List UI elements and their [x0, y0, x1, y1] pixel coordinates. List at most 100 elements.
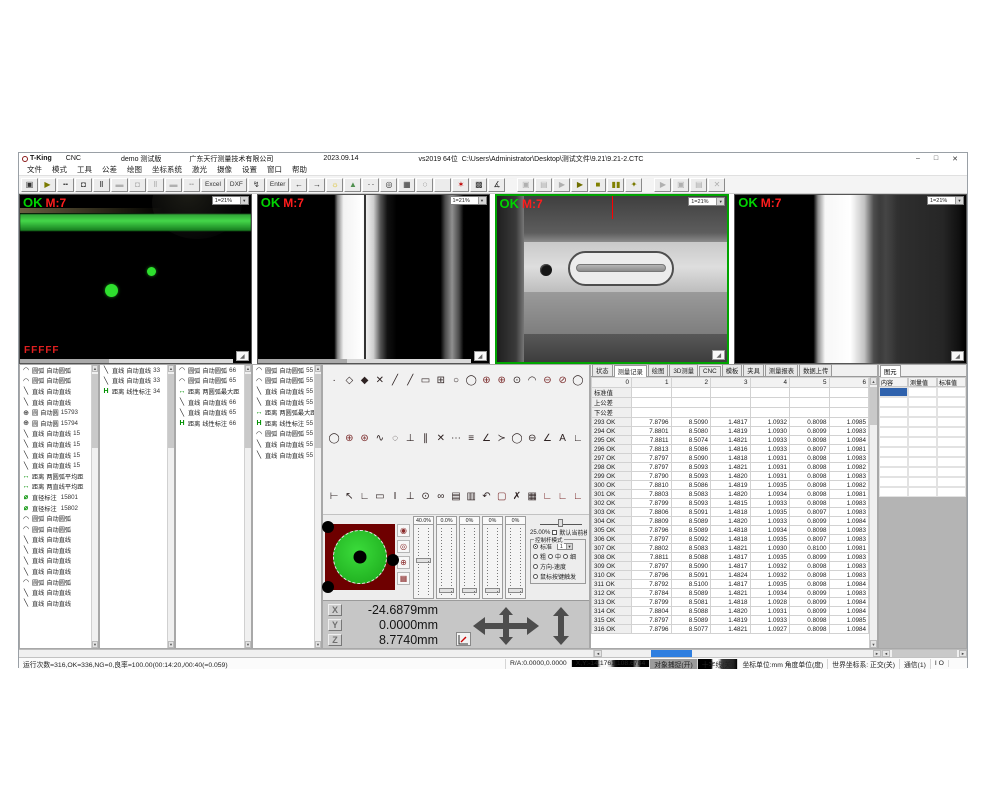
tool-icon[interactable]: ·: [327, 373, 341, 388]
toolbar-button-light[interactable]: ☼: [326, 178, 343, 192]
radio-direction-speed[interactable]: [533, 564, 538, 569]
joystick-mode-button-1[interactable]: ◎: [397, 540, 410, 553]
list-item[interactable]: ⊕圆自动圆15794: [20, 418, 91, 429]
tool-icon[interactable]: ▭: [373, 489, 387, 504]
toolbar-button-tool-b[interactable]: ◘: [129, 178, 146, 192]
toolbar-button-back[interactable]: ←: [290, 178, 307, 192]
camera-3-zoom-select[interactable]: 1=21% ▼: [688, 197, 725, 206]
menu-item-8[interactable]: 设置: [237, 164, 262, 175]
tool-icon[interactable]: ◆: [357, 373, 371, 388]
slider-track[interactable]: [413, 525, 434, 599]
resize-handle-icon[interactable]: ◢: [951, 351, 964, 361]
tool-icon[interactable]: ╱: [403, 373, 417, 388]
tool-icon[interactable]: ◠: [525, 373, 539, 388]
list-item[interactable]: ⌀直径标注15802: [20, 503, 91, 514]
camera-view-1[interactable]: FFFFF OK M:7 1=21% ▼ ◢: [19, 194, 252, 364]
list-item[interactable]: ◠圆弧自动圆弧: [20, 513, 91, 524]
toolbar-button-excel-export[interactable]: Excel: [201, 178, 225, 192]
toolbar-button-tool-e[interactable]: ╍: [183, 178, 200, 192]
camera-view-3-selected[interactable]: OK M:7 1=21% ▼ ◢: [495, 194, 730, 364]
table-row[interactable]: 293 OK7.87968.50901.48171.09320.80981.09…: [592, 418, 869, 427]
tool-icon[interactable]: ⊙: [510, 373, 524, 388]
list-item[interactable]: ╲直线自动直线55: [253, 439, 314, 450]
slider-thumb[interactable]: [508, 588, 523, 593]
slider-thumb[interactable]: [439, 588, 454, 593]
list-item[interactable]: H距离线性标注55: [253, 418, 314, 429]
list-item[interactable]: ◠圆弧自动圆弧66: [176, 365, 244, 376]
joystick-mode-button-2[interactable]: ⊕: [397, 556, 410, 569]
tool-icon[interactable]: ∟: [571, 431, 585, 446]
pan-xy-control[interactable]: [473, 607, 539, 650]
tool-icon[interactable]: ✕: [434, 431, 448, 446]
menu-item-0[interactable]: 文件: [22, 164, 47, 175]
grid-hscrollbar[interactable]: ◄►: [593, 650, 881, 657]
list-item[interactable]: ◠圆弧自动圆弧: [20, 577, 91, 588]
toolbar-button-open2[interactable]: ▤: [690, 178, 707, 192]
joystick-mode-button-3[interactable]: ▦: [397, 572, 410, 585]
toolbar-button-tool-d[interactable]: ▬: [165, 178, 182, 192]
table-row[interactable]: 314 OK7.88048.50881.48201.09310.80991.09…: [592, 607, 869, 616]
toolbar-button-step[interactable]: ▶: [654, 178, 671, 192]
tool-icon[interactable]: ◯: [571, 373, 585, 388]
tool-icon[interactable]: ⊞: [434, 373, 448, 388]
resize-handle-icon[interactable]: ◢: [236, 351, 249, 361]
table-row[interactable]: 298 OK7.87978.50931.48211.09310.80981.09…: [592, 463, 869, 472]
element-row[interactable]: [879, 417, 966, 427]
table-row[interactable]: 315 OK7.87978.50891.48191.09330.80981.09…: [592, 616, 869, 625]
toolbar-button-save2[interactable]: ▣: [517, 178, 534, 192]
list-item[interactable]: ╲直线自动直线15: [20, 460, 91, 471]
list-item[interactable]: ╲直线自动直线: [20, 545, 91, 556]
joystick-knob[interactable]: [333, 530, 387, 584]
menu-item-1[interactable]: 模式: [47, 164, 72, 175]
list-item[interactable]: ╲直线自动直线33: [100, 376, 167, 387]
list-item[interactable]: ◠圆弧自动圆弧: [20, 365, 91, 376]
toolbar-button-probe[interactable]: ◘: [75, 178, 92, 192]
grid-label-row[interactable]: 下公差: [592, 408, 869, 418]
tool-icon[interactable]: ≡: [464, 431, 478, 446]
slider-track[interactable]: [459, 525, 480, 599]
tool-icon[interactable]: ∞: [434, 489, 448, 504]
list-item[interactable]: ╲直线自动直线66: [176, 397, 244, 408]
list-item[interactable]: ↔距离两圆弧最大距: [176, 386, 244, 397]
tab-数据上传[interactable]: 数据上传: [799, 364, 832, 376]
table-row[interactable]: 296 OK7.88138.50861.48161.09330.80971.09…: [592, 445, 869, 454]
tool-icon[interactable]: ◯: [464, 373, 478, 388]
list-item[interactable]: ╲直线自动直线: [20, 397, 91, 408]
table-row[interactable]: 310 OK7.87968.50911.48241.09320.80981.09…: [592, 571, 869, 580]
element-row[interactable]: [879, 457, 966, 467]
camera-4-zoom-select[interactable]: 1=21% ▼: [927, 196, 964, 205]
toolbar-button-forward[interactable]: →: [308, 178, 325, 192]
toolbar-button-dashes[interactable]: - -: [362, 178, 379, 192]
table-row[interactable]: 294 OK7.88018.50801.48191.09300.80991.09…: [592, 427, 869, 436]
radio-standard[interactable]: [533, 544, 538, 549]
table-row[interactable]: 300 OK7.88108.50861.48191.09350.80981.09…: [592, 481, 869, 490]
minimize-button[interactable]: –: [916, 155, 920, 163]
camera-2-scrollbar[interactable]: [258, 359, 471, 363]
toolbar-button-image[interactable]: ▲: [344, 178, 361, 192]
element-row[interactable]: [879, 397, 966, 407]
element-row[interactable]: [879, 477, 966, 487]
zoom-slider[interactable]: [540, 519, 582, 527]
toolbar-button-qr-code[interactable]: ▩: [470, 178, 487, 192]
list-item[interactable]: ◠圆弧自动圆弧65: [176, 376, 244, 387]
toolbar-button-save3[interactable]: ▣: [672, 178, 689, 192]
joystick-pad[interactable]: [325, 524, 395, 590]
tool-icon[interactable]: ◇: [342, 373, 356, 388]
tool-icon[interactable]: ∠: [479, 431, 493, 446]
toolbar-button-report[interactable]: ▤: [535, 178, 552, 192]
tool-icon[interactable]: ✕: [373, 373, 387, 388]
tool-icon[interactable]: ⊥: [403, 489, 417, 504]
tool-icon[interactable]: ⊖: [525, 431, 539, 446]
tool-icon[interactable]: ⊥: [403, 431, 417, 446]
element-row[interactable]: [879, 467, 966, 477]
table-row[interactable]: 301 OK7.88038.50831.48201.09340.80981.09…: [592, 490, 869, 499]
toolbar-button-tool-c[interactable]: Ⅱ: [147, 178, 164, 192]
toolbar-button-pause[interactable]: ▮▮: [607, 178, 624, 192]
tool-icon[interactable]: ≻: [495, 431, 509, 446]
tool-icon[interactable]: ∿: [373, 431, 387, 446]
tool-icon[interactable]: ▭: [418, 373, 432, 388]
table-row[interactable]: 305 OK7.87968.50891.48181.09340.80981.09…: [592, 526, 869, 535]
slider-thumb[interactable]: [462, 588, 477, 593]
table-row[interactable]: 309 OK7.87978.50901.48171.09320.80981.09…: [592, 562, 869, 571]
tab-测量报表[interactable]: 测量报表: [765, 364, 798, 376]
